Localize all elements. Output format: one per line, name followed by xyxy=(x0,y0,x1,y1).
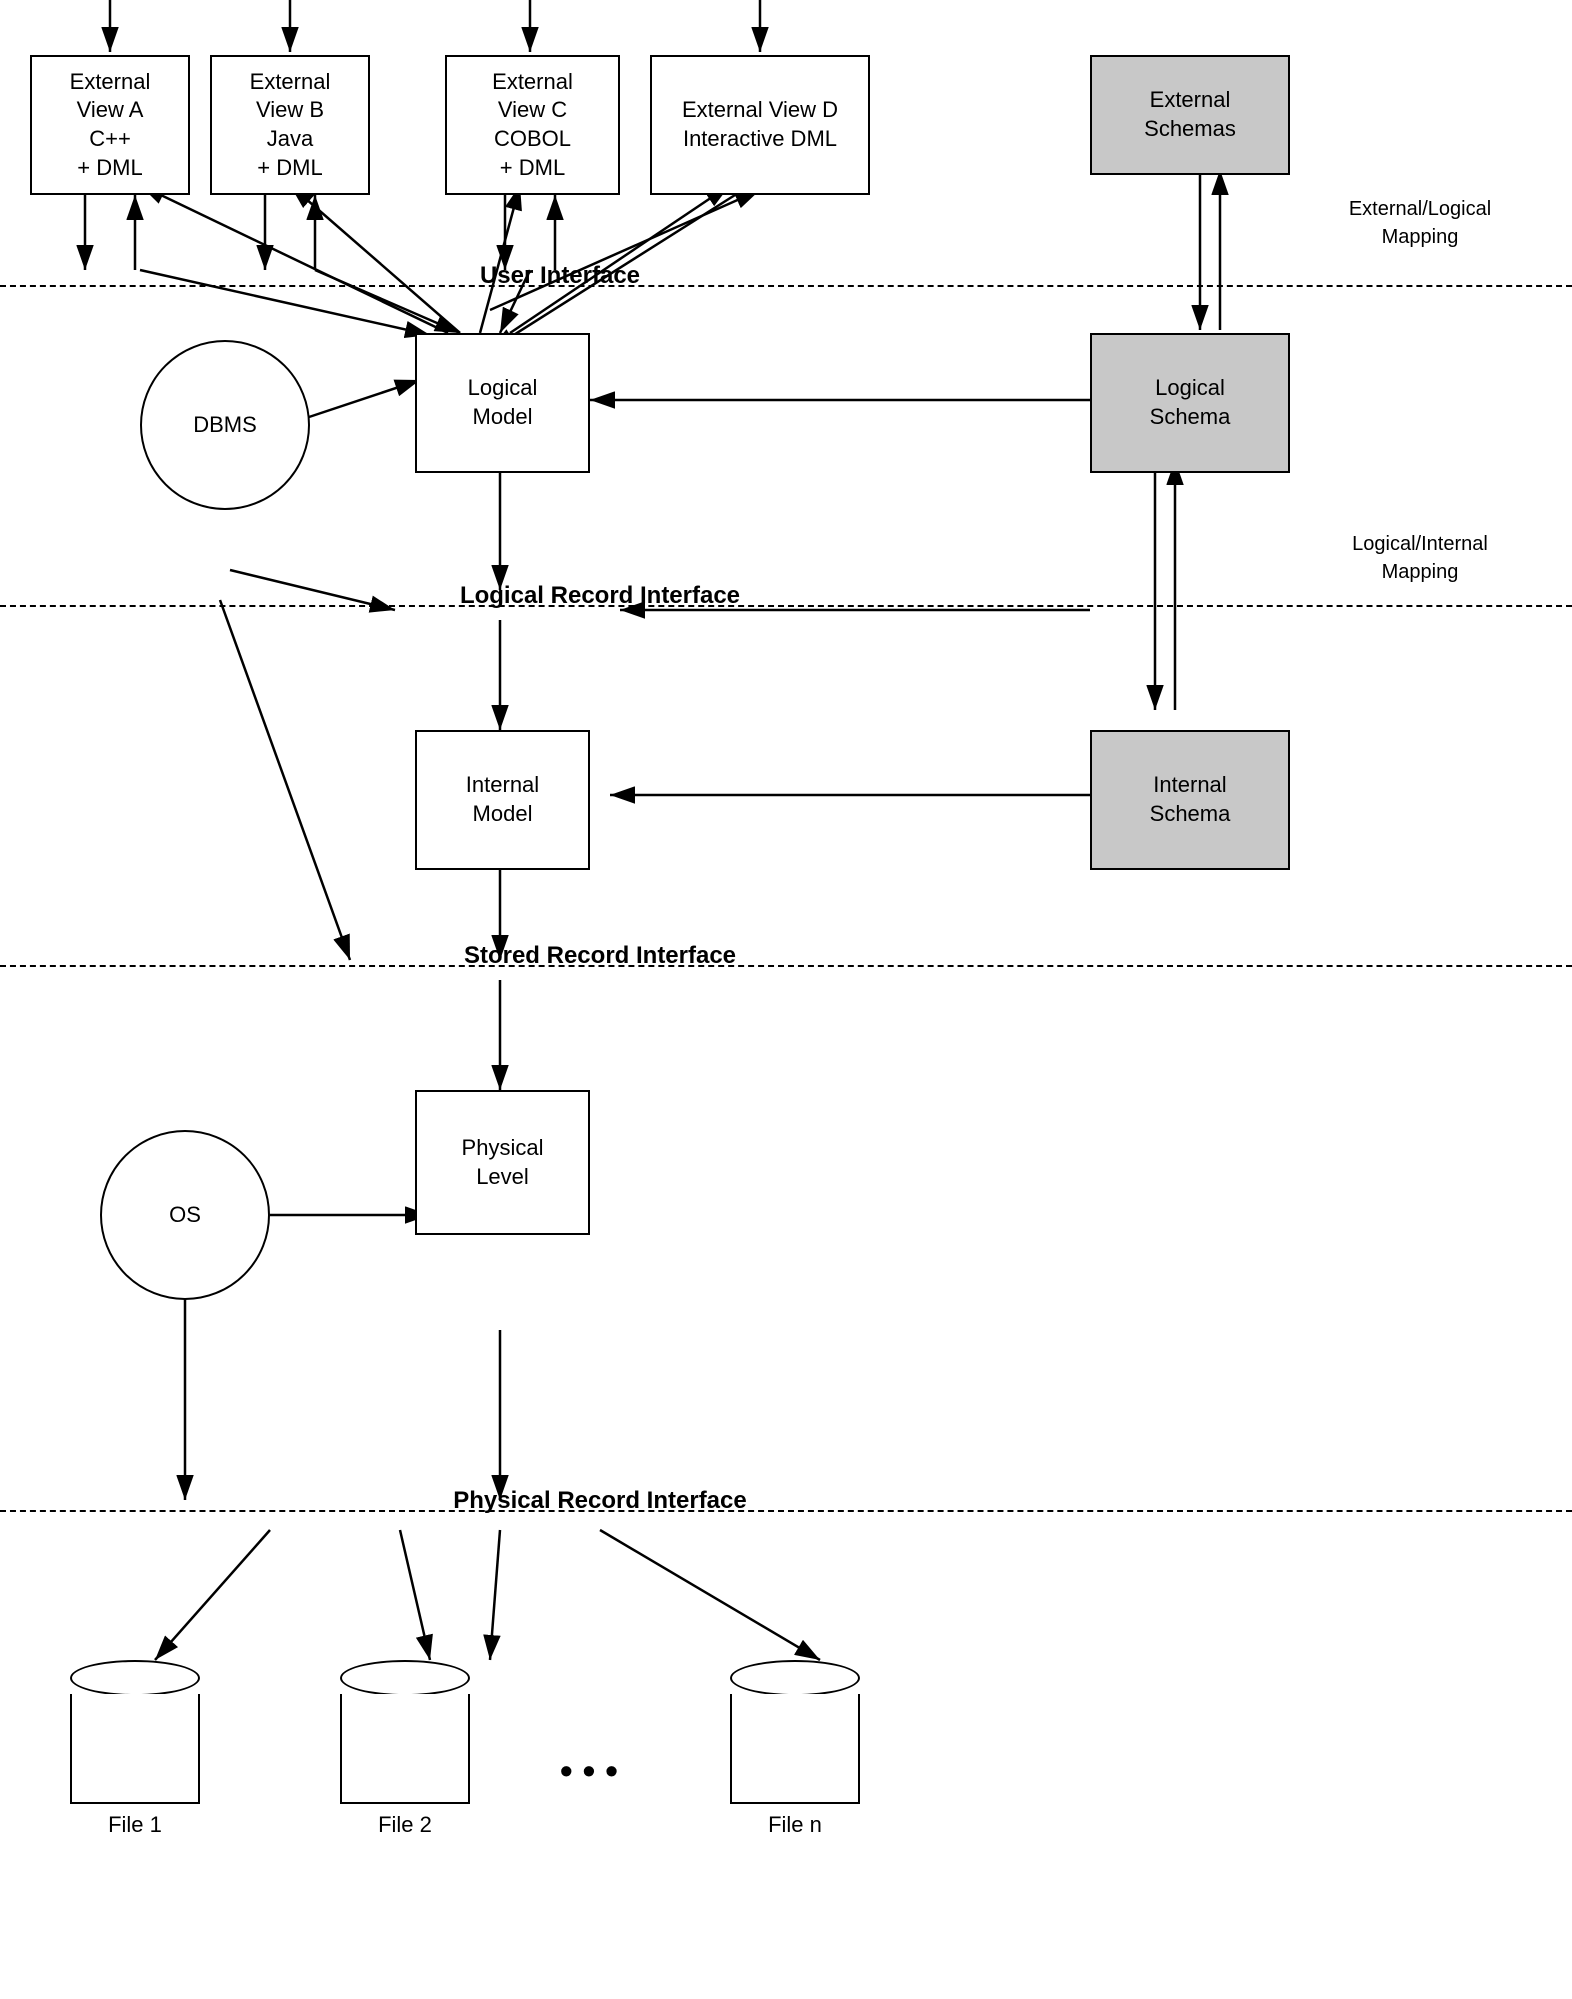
dbms-label: DBMS xyxy=(193,412,257,438)
file2-cylinder-top xyxy=(340,1660,470,1696)
internal-schema-box: Internal Schema xyxy=(1090,730,1290,870)
external-logical-mapping-label: External/LogicalMapping xyxy=(1310,195,1530,251)
external-view-c-box: External View C COBOL + DML xyxy=(445,55,620,195)
external-view-b-box: External View B Java + DML xyxy=(210,55,370,195)
logical-schema-box: Logical Schema xyxy=(1090,333,1290,473)
internal-model-label: Internal Model xyxy=(466,771,539,828)
logical-model-label: Logical Model xyxy=(468,374,538,431)
diagram-container: External View A C++ + DML External View … xyxy=(0,0,1572,1999)
os-label: OS xyxy=(169,1202,201,1228)
physical-record-interface-label: Physical Record Interface xyxy=(200,1487,1000,1515)
file1-cylinder-top xyxy=(70,1660,200,1696)
file1-cylinder-body xyxy=(70,1694,200,1804)
file2-cylinder-body xyxy=(340,1694,470,1804)
logical-internal-mapping-label: Logical/InternalMapping xyxy=(1310,530,1530,586)
file1-cylinder: File 1 xyxy=(70,1660,200,1838)
stored-record-interface-label: Stored Record Interface xyxy=(250,942,950,970)
external-view-d-box: External View D Interactive DML xyxy=(650,55,870,195)
user-interface-line xyxy=(0,285,1572,287)
external-view-c-label: External View C COBOL + DML xyxy=(492,68,573,182)
dbms-circle: DBMS xyxy=(140,340,310,510)
external-view-d-label: External View D Interactive DML xyxy=(682,96,838,153)
logical-record-interface-label: Logical Record Interface xyxy=(250,582,950,610)
filen-label: File n xyxy=(768,1812,822,1838)
file2-cylinder: File 2 xyxy=(340,1660,470,1838)
os-circle: OS xyxy=(100,1130,270,1300)
file1-label: File 1 xyxy=(108,1812,162,1838)
external-schemas-label: External Schemas xyxy=(1144,86,1236,143)
physical-level-label: Physical Level xyxy=(462,1134,544,1191)
external-schemas-box: External Schemas xyxy=(1090,55,1290,175)
internal-schema-label: Internal Schema xyxy=(1150,771,1231,828)
physical-level-box: Physical Level xyxy=(415,1090,590,1235)
external-view-a-box: External View A C++ + DML xyxy=(30,55,190,195)
logical-schema-label: Logical Schema xyxy=(1150,374,1231,431)
filen-cylinder: File n xyxy=(730,1660,860,1838)
internal-model-box: Internal Model xyxy=(415,730,590,870)
user-interface-label: User Interface xyxy=(360,262,760,290)
external-view-a-label: External View A C++ + DML xyxy=(70,68,151,182)
logical-model-box: Logical Model xyxy=(415,333,590,473)
external-view-b-label: External View B Java + DML xyxy=(250,68,331,182)
filen-cylinder-top xyxy=(730,1660,860,1696)
filen-cylinder-body xyxy=(730,1694,860,1804)
file2-label: File 2 xyxy=(378,1812,432,1838)
dots-label: • • • xyxy=(560,1750,618,1792)
